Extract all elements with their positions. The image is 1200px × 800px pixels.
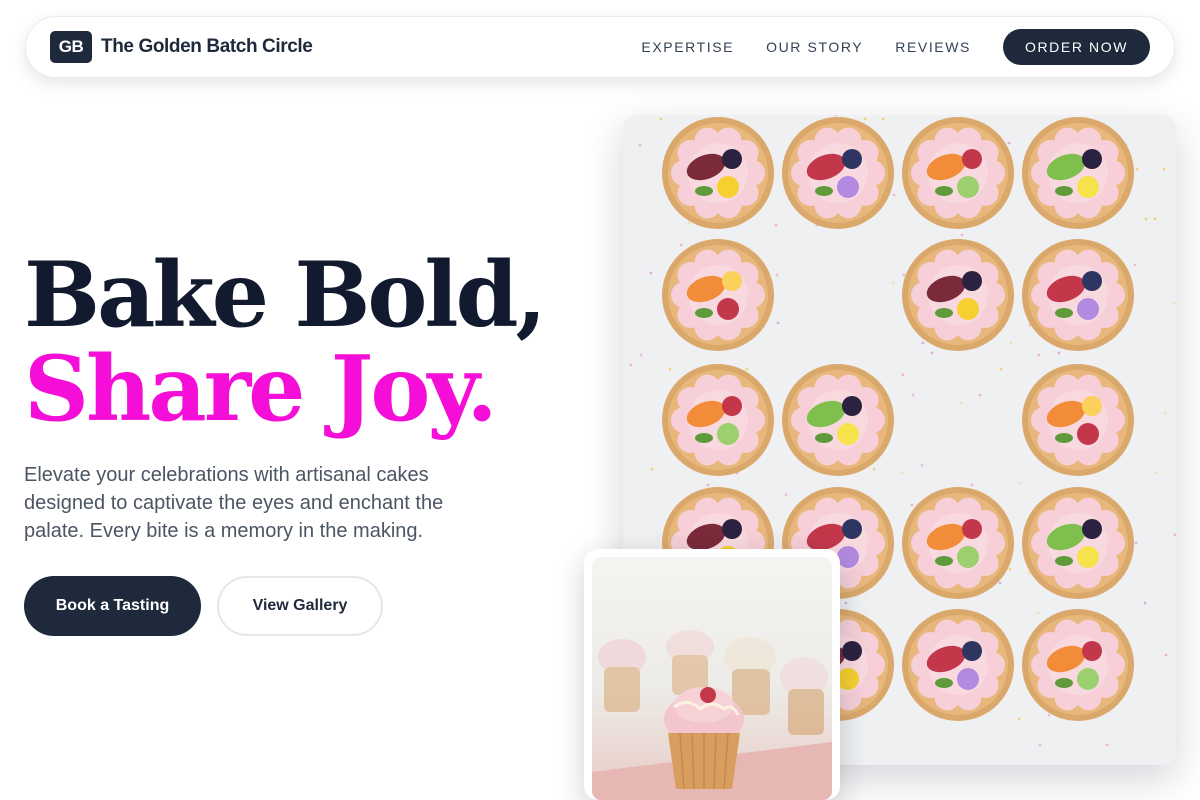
nav-links: EXPERTISE OUR STORY REVIEWS ORDER NOW — [641, 29, 1150, 65]
headline-line-2: Share Joy. — [24, 336, 498, 442]
cupcakes-illustration — [592, 557, 832, 800]
nav-link-expertise[interactable]: EXPERTISE — [641, 39, 734, 55]
nav-link-our-story[interactable]: OUR STORY — [766, 39, 863, 55]
brand-name: The Golden Batch Circle — [101, 36, 313, 57]
top-navigation: GB The Golden Batch Circle EXPERTISE OUR… — [25, 16, 1175, 78]
headline-line-1: Bake Bold, — [24, 242, 547, 348]
nav-link-reviews[interactable]: REVIEWS — [895, 39, 971, 55]
book-tasting-button[interactable]: Book a Tasting — [24, 576, 201, 636]
order-now-button[interactable]: ORDER NOW — [1003, 29, 1150, 65]
hero-headline: Bake Bold, Share Joy. — [24, 242, 547, 442]
cupcakes-image-card — [584, 549, 840, 800]
brand-logo[interactable]: GB The Golden Batch Circle — [50, 31, 313, 63]
view-gallery-button[interactable]: View Gallery — [217, 576, 383, 636]
cupcakes-image — [592, 557, 832, 800]
hero-subtext: Elevate your celebrations with artisanal… — [24, 464, 444, 542]
brand-mark: GB — [50, 31, 92, 63]
